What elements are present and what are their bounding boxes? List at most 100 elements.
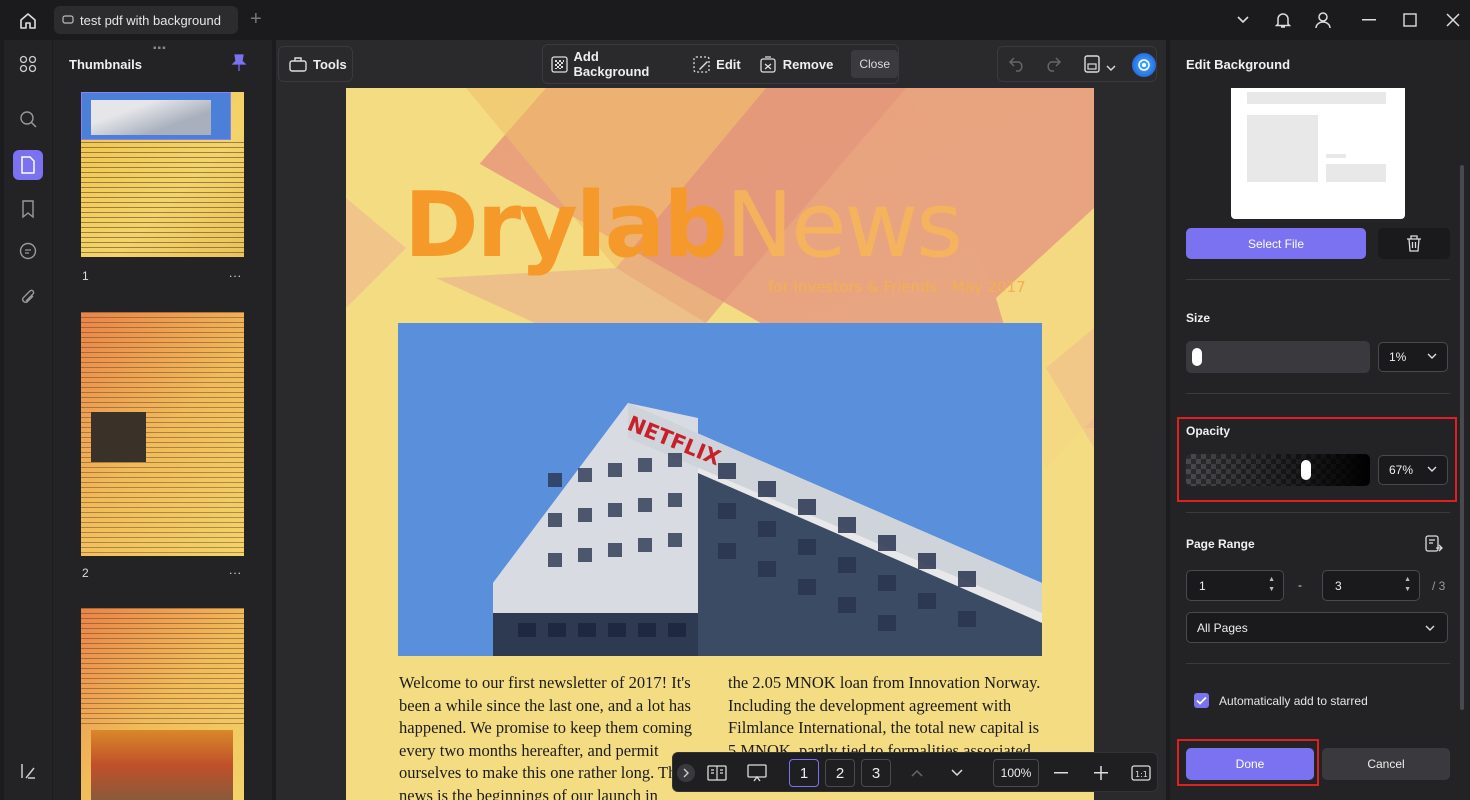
save-icon[interactable] [1084,55,1100,78]
comment-icon[interactable] [13,236,43,266]
thumbnails-title: Thumbnails [69,57,142,72]
page-button-2[interactable]: 2 [825,759,855,787]
opacity-slider-thumb[interactable] [1301,460,1312,480]
page-subset-dropdown[interactable]: All Pages [1186,612,1448,643]
new-tab-button[interactable]: + [250,9,262,29]
page-button-3[interactable]: 3 [861,759,891,787]
document-page: DrylabNews for Investors & Friends · May… [346,88,1094,800]
range-to-input[interactable]: 3 ▲ ▼ [1322,570,1420,601]
preview-block-2 [1326,164,1386,182]
range-from-input[interactable]: 1 ▲ ▼ [1186,570,1284,601]
apps-icon[interactable] [13,49,43,79]
undo-icon[interactable] [1008,56,1026,77]
edit-background-icon [693,55,710,73]
panel-scrollbar[interactable] [1460,165,1464,710]
select-file-button[interactable]: Select File [1186,228,1366,259]
resize-grip[interactable]: ▪▪▪ [153,43,167,54]
actual-size-icon[interactable]: 1:1 [1129,761,1153,785]
cancel-button[interactable]: Cancel [1322,748,1450,780]
auto-star-label: Automatically add to starred [1219,694,1368,708]
page-thumbnail-3[interactable] [81,608,244,800]
tools-button[interactable]: Tools [278,46,353,82]
tab-title: test pdf with background [80,12,221,28]
opacity-dropdown[interactable]: 67% [1378,455,1448,485]
maximize-icon[interactable] [1397,8,1423,32]
article-column-1: Welcome to our first newsletter of 2017!… [399,673,709,800]
minimize-icon[interactable] [1356,8,1382,32]
close-background-button[interactable]: Close [851,50,898,78]
tools-label: Tools [313,56,347,72]
bookmark-icon[interactable] [13,194,43,224]
stepper-arrows-icon[interactable]: ▲ ▼ [1404,575,1411,595]
home-icon[interactable] [14,8,42,34]
thumbnails-panel: ▪▪▪ Thumbnails 1 ... 2 ... [53,40,272,800]
sidebar-toggle-icon[interactable] [13,756,43,786]
right-toolbar [997,46,1157,82]
size-slider-thumb[interactable] [1191,348,1202,366]
pin-icon[interactable] [231,54,247,77]
user-icon[interactable] [1310,8,1336,32]
newsletter-title: DrylabNews [404,173,963,278]
page-thumbnail-1[interactable] [81,92,244,257]
size-value: 1% [1389,350,1407,364]
panel-title: Edit Background [1186,57,1291,72]
attachment-icon[interactable] [13,282,43,312]
chevron-down-icon[interactable] [1106,59,1116,77]
background-icon [551,55,568,73]
close-window-icon[interactable] [1440,8,1466,32]
thumbnail-text-lines [81,142,244,257]
remove-label: Remove [782,56,834,72]
stepper-arrows-icon[interactable]: ▲ ▼ [1268,575,1275,595]
page-range-label: Page Range [1186,537,1255,551]
collapse-icon[interactable] [677,764,695,782]
edit-label: Edit [716,56,741,72]
page-button-1[interactable]: 1 [789,759,819,787]
reading-mode-icon[interactable] [705,761,729,785]
search-icon[interactable] [13,104,43,134]
page-range-settings-icon[interactable] [1424,534,1444,559]
previous-page-icon[interactable] [905,761,929,785]
background-toolbar: Add Background Edit Remove Close [542,44,899,84]
size-dropdown[interactable]: 1% [1378,342,1448,372]
opacity-slider[interactable] [1186,454,1370,486]
more-icon[interactable]: ... [229,563,242,577]
thumbnail-photo [91,412,146,462]
svg-text:1:1: 1:1 [1135,770,1148,779]
thumbnail-building [91,100,211,135]
chevron-down-icon [1427,353,1437,359]
next-page-icon[interactable] [945,761,969,785]
add-background-button[interactable]: Add Background [551,49,675,79]
page-thumbnail-2[interactable] [81,312,244,556]
redo-icon[interactable] [1044,56,1062,77]
more-icon[interactable]: ... [229,266,242,280]
document-area: Tools Add Background Edit Remove Close D… [276,40,1166,800]
present-icon[interactable] [745,761,769,785]
ai-assistant-icon[interactable] [1132,53,1156,77]
delete-file-button[interactable] [1378,228,1450,259]
done-button[interactable]: Done [1186,748,1314,780]
size-slider[interactable] [1186,341,1370,373]
opacity-label: Opacity [1186,424,1231,438]
auto-star-checkbox[interactable] [1194,693,1209,708]
range-total: / 3 [1432,579,1446,593]
divider [1186,663,1450,664]
zoom-level[interactable]: 100% [993,759,1039,787]
zoom-in-icon[interactable] [1089,761,1113,785]
bell-icon[interactable] [1270,8,1296,32]
page-subset-value: All Pages [1197,620,1248,635]
toolbox-icon [289,57,307,72]
document-tab[interactable]: test pdf with background [54,6,238,34]
range-to-value: 3 [1335,578,1342,593]
edit-background-button[interactable]: Edit [693,55,741,73]
comment-icon [62,15,74,24]
preview-bar [1247,92,1386,104]
thumbnail-text-lines [81,608,244,728]
zoom-out-icon[interactable] [1049,761,1073,785]
pages-icon[interactable] [13,150,43,180]
remove-background-button[interactable]: Remove [759,55,834,73]
preview-line [1326,154,1346,158]
chevron-down-icon[interactable] [1230,8,1256,32]
remove-background-icon [760,55,776,73]
divider [1186,279,1450,280]
title-bold: Drylab [404,173,728,278]
